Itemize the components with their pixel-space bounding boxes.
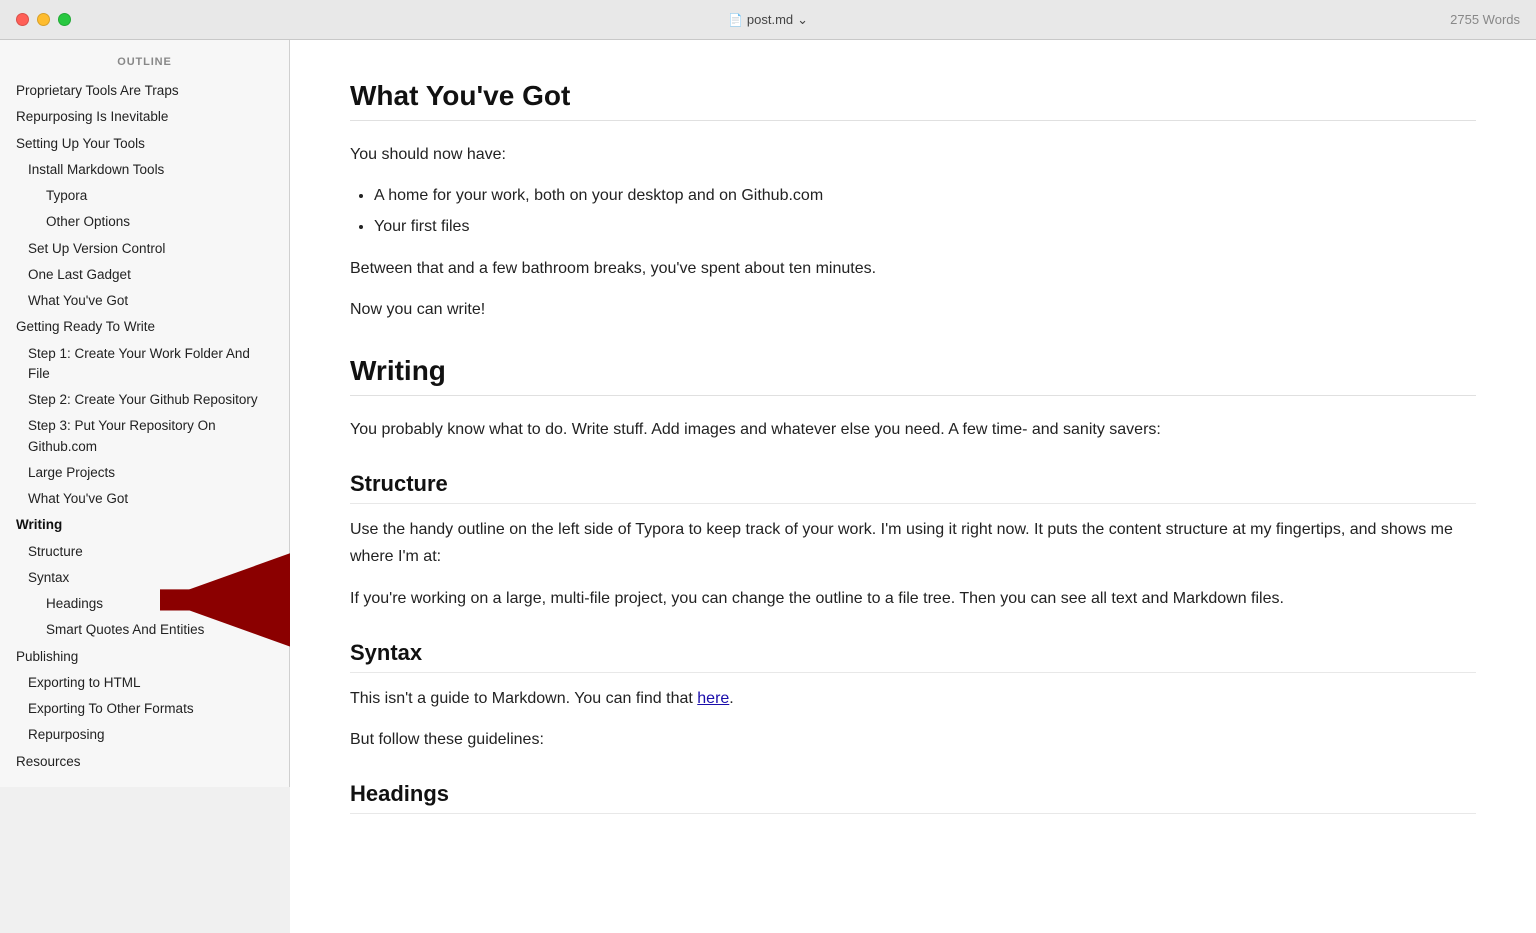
chevron-icon: ⌄ bbox=[797, 12, 808, 28]
heading-2-10: Syntax bbox=[350, 640, 1476, 673]
traffic-lights bbox=[16, 13, 71, 26]
sidebar-item-6[interactable]: Set Up Version Control bbox=[0, 236, 289, 262]
paragraph-6: You probably know what to do. Write stuf… bbox=[350, 416, 1476, 443]
list-item-2-0: A home for your work, both on your deskt… bbox=[374, 182, 1476, 209]
sidebar-item-19[interactable]: Smart Quotes And Entities bbox=[0, 617, 289, 643]
sidebar-wrapper: OUTLINE Proprietary Tools Are TrapsRepur… bbox=[0, 40, 290, 933]
minimize-button[interactable] bbox=[37, 13, 50, 26]
paragraph-3: Between that and a few bathroom breaks, … bbox=[350, 255, 1476, 282]
paragraph-1: You should now have: bbox=[350, 141, 1476, 168]
sidebar-item-1[interactable]: Repurposing Is Inevitable bbox=[0, 104, 289, 130]
sidebar-item-15[interactable]: Writing bbox=[0, 512, 289, 538]
outline-sidebar: OUTLINE Proprietary Tools Are TrapsRepur… bbox=[0, 40, 290, 787]
sidebar-item-24[interactable]: Resources bbox=[0, 749, 289, 775]
list-2: A home for your work, both on your deskt… bbox=[374, 182, 1476, 240]
heading-2-13: Headings bbox=[350, 781, 1476, 814]
paragraph-4: Now you can write! bbox=[350, 296, 1476, 323]
sidebar-item-7[interactable]: One Last Gadget bbox=[0, 262, 289, 288]
sidebar-item-18[interactable]: Headings bbox=[0, 591, 289, 617]
sidebar-item-10[interactable]: Step 1: Create Your Work Folder And File bbox=[0, 341, 289, 388]
paragraph-9: If you're working on a large, multi-file… bbox=[350, 585, 1476, 612]
filename: post.md bbox=[747, 12, 793, 27]
file-icon: 📄 bbox=[728, 13, 743, 27]
sidebar-item-4[interactable]: Typora bbox=[0, 183, 289, 209]
sidebar-item-16[interactable]: Structure bbox=[0, 539, 289, 565]
sidebar-title: OUTLINE bbox=[0, 52, 289, 78]
sidebar-item-14[interactable]: What You've Got bbox=[0, 486, 289, 512]
heading-1-5: Writing bbox=[350, 355, 1476, 396]
sidebar-item-22[interactable]: Exporting To Other Formats bbox=[0, 696, 289, 722]
maximize-button[interactable] bbox=[58, 13, 71, 26]
sidebar-item-9[interactable]: Getting Ready To Write bbox=[0, 314, 289, 340]
close-button[interactable] bbox=[16, 13, 29, 26]
title-bar: 📄 post.md ⌄ 2755 Words bbox=[0, 0, 1536, 40]
title-bar-center: 📄 post.md ⌄ bbox=[728, 12, 808, 28]
content-area[interactable]: What You've Got You should now have: A hom… bbox=[290, 40, 1536, 933]
heading-1-0: What You've Got bbox=[350, 80, 1476, 121]
sidebar-item-20[interactable]: Publishing bbox=[0, 644, 289, 670]
paragraph-8: Use the handy outline on the left side o… bbox=[350, 516, 1476, 570]
sidebar-item-23[interactable]: Repurposing bbox=[0, 722, 289, 748]
heading-2-7: Structure bbox=[350, 471, 1476, 504]
sidebar-item-11[interactable]: Step 2: Create Your Github Repository bbox=[0, 387, 289, 413]
sidebar-item-8[interactable]: What You've Got bbox=[0, 288, 289, 314]
word-count: 2755 Words bbox=[1450, 12, 1520, 27]
sidebar-item-5[interactable]: Other Options bbox=[0, 209, 289, 235]
inline-link-11[interactable]: here bbox=[697, 690, 729, 707]
sidebar-item-2[interactable]: Setting Up Your Tools bbox=[0, 131, 289, 157]
sidebar-item-13[interactable]: Large Projects bbox=[0, 460, 289, 486]
sidebar-item-12[interactable]: Step 3: Put Your Repository On Github.co… bbox=[0, 413, 289, 460]
sidebar-item-0[interactable]: Proprietary Tools Are Traps bbox=[0, 78, 289, 104]
paragraph-12: But follow these guidelines: bbox=[350, 726, 1476, 753]
sidebar-item-17[interactable]: Syntax bbox=[0, 565, 289, 591]
sidebar-item-3[interactable]: Install Markdown Tools bbox=[0, 157, 289, 183]
main-layout: OUTLINE Proprietary Tools Are TrapsRepur… bbox=[0, 40, 1536, 933]
list-item-2-1: Your first files bbox=[374, 213, 1476, 240]
sidebar-item-21[interactable]: Exporting to HTML bbox=[0, 670, 289, 696]
paragraph-11: This isn't a guide to Markdown. You can … bbox=[350, 685, 1476, 712]
